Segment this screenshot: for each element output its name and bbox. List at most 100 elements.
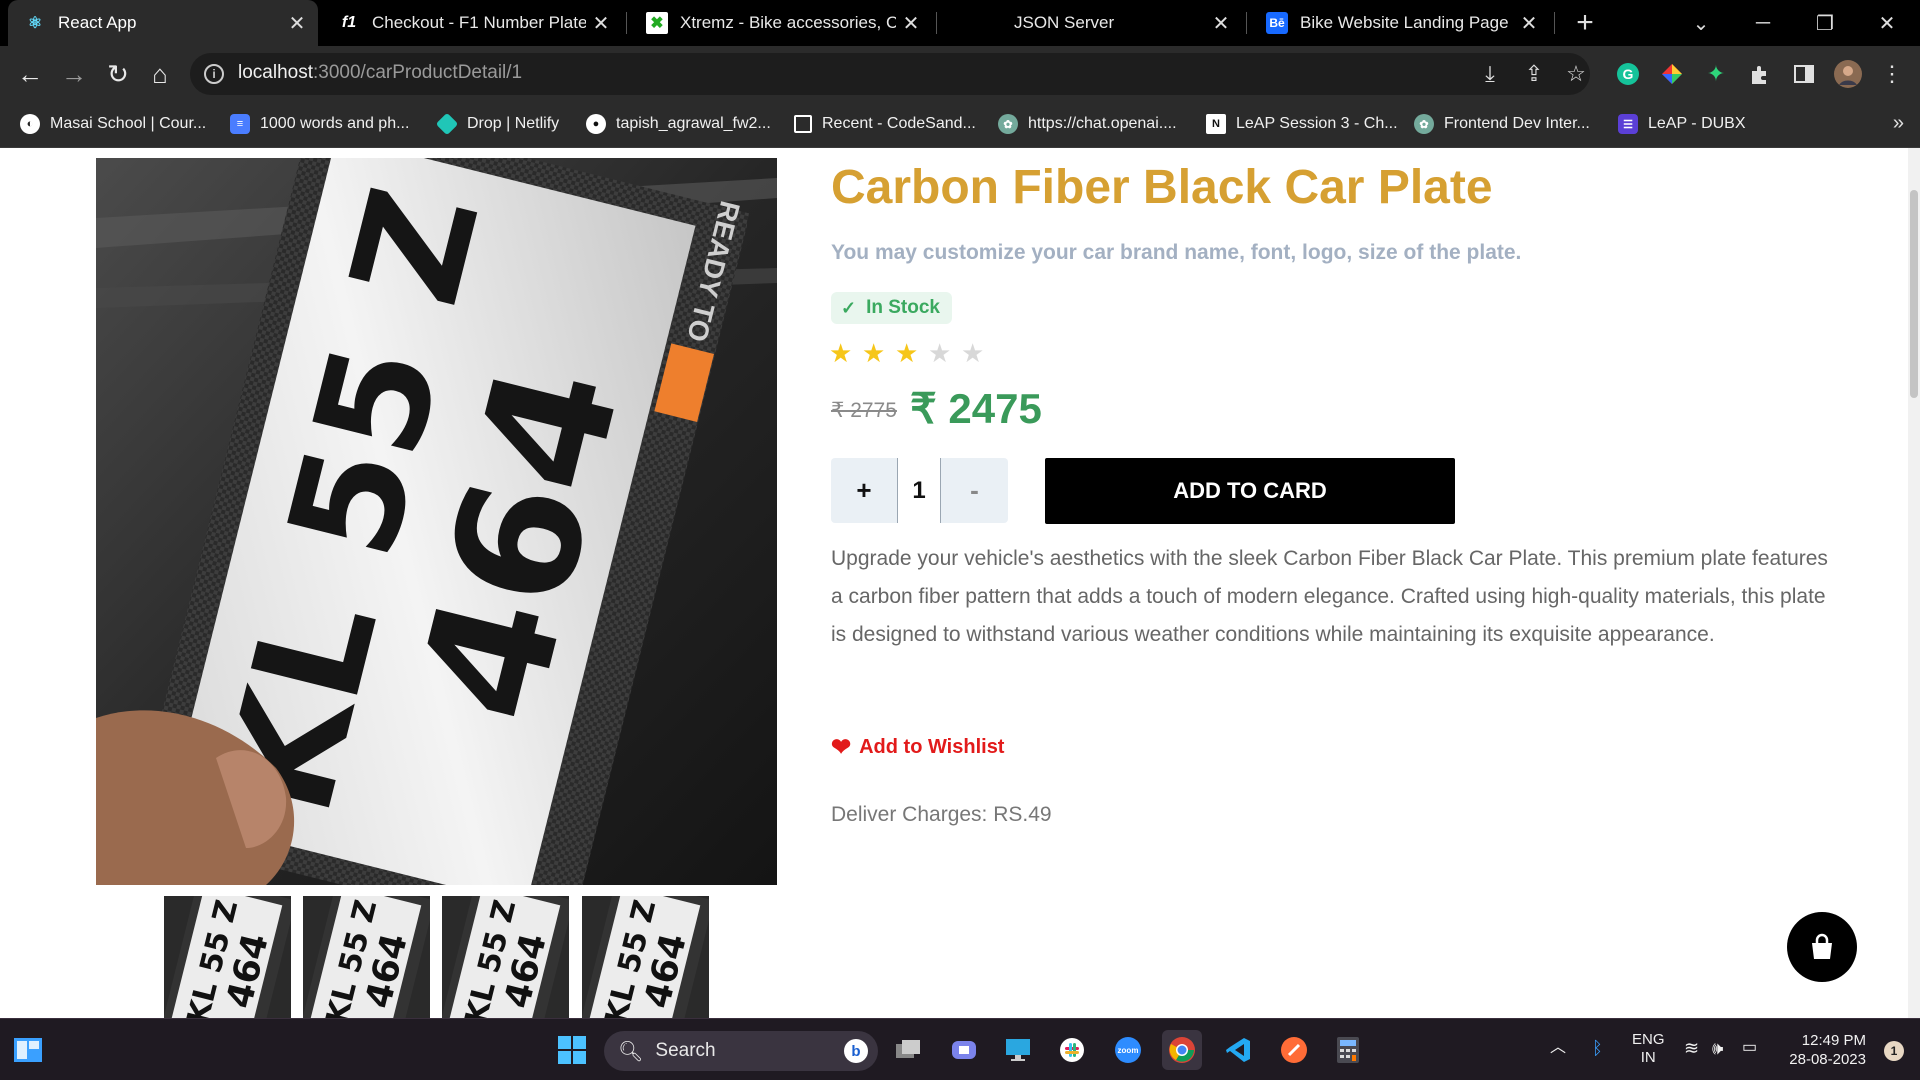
widgets-icon[interactable] <box>8 1030 48 1070</box>
install-app-icon[interactable]: ⤓ <box>1476 60 1504 88</box>
bookmark-leap-session[interactable]: N LeAP Session 3 - Ch... <box>1206 102 1398 146</box>
close-tab-icon[interactable]: ✕ <box>896 11 926 36</box>
language-indicator[interactable]: ENG IN <box>1632 1031 1665 1067</box>
scrollbar-thumb[interactable] <box>1910 190 1918 398</box>
task-view-icon[interactable] <box>888 1030 928 1070</box>
bookmark-leap-dubx[interactable]: ☰ LeAP - DUBX <box>1618 102 1746 146</box>
clock-date: 28-08-2023 <box>1789 1051 1866 1068</box>
bookmark-masai[interactable]: ◐ Masai School | Cour... <box>20 102 206 146</box>
extension-leaf-icon[interactable]: ✦ <box>1702 60 1730 88</box>
bookmark-star-icon[interactable]: ☆ <box>1562 60 1590 88</box>
search-icon: 🔍︎ <box>618 1040 644 1063</box>
side-panel-icon[interactable] <box>1790 60 1818 88</box>
add-to-wishlist-link[interactable]: ❤ Add to Wishlist <box>831 733 1004 762</box>
address-bar[interactable]: i localhost:3000/carProductDetail/1 ⤓ ⇪ … <box>190 53 1590 95</box>
chatgpt-icon: ✿ <box>998 114 1018 134</box>
bookmark-chatgpt[interactable]: ✿ https://chat.openai.... <box>998 102 1177 146</box>
github-icon: ● <box>586 114 606 134</box>
tab-checkout[interactable]: f1 Checkout - F1 Number Plates ✕ <box>322 0 622 46</box>
volume-icon[interactable]: 🕪︎ <box>1712 1039 1723 1057</box>
svg-text:G: G <box>1623 66 1634 82</box>
delivery-charges: Deliver Charges: RS.49 <box>831 803 1052 826</box>
close-tab-icon[interactable]: ✕ <box>282 11 312 36</box>
bookmark-label: Drop | Netlify <box>467 115 560 132</box>
bing-icon: b <box>844 1039 868 1063</box>
tray-overflow-chevron-icon[interactable]: ︿ <box>1550 1039 1566 1057</box>
system-clock[interactable]: 12:49 PM 28-08-2023 <box>1789 1031 1866 1069</box>
url-text: localhost:3000/carProductDetail/1 <box>238 62 523 83</box>
windows-taskbar: 🔍︎ Search b zoom ︿ ᛒ ENG IN ≋ 🕪︎ ▭ 12:49… <box>0 1018 1920 1080</box>
clock-time: 12:49 PM <box>1801 1032 1866 1049</box>
wifi-icon[interactable]: ≋ <box>1684 1039 1699 1057</box>
new-tab-button[interactable]: + <box>1560 0 1610 46</box>
netlify-icon <box>435 112 459 136</box>
desktop-icon[interactable] <box>998 1030 1038 1070</box>
bookmark-codesandbox[interactable]: Recent - CodeSand... <box>794 102 976 146</box>
tab-behance[interactable]: Bē Bike Website Landing Page Ui I ✕ <box>1250 0 1550 46</box>
color-picker-extension-icon[interactable] <box>1658 60 1686 88</box>
cart-bag-button[interactable] <box>1787 912 1857 982</box>
bookmarks-overflow-icon[interactable]: » <box>1893 112 1904 135</box>
blank-page-icon <box>956 12 978 34</box>
slack-icon[interactable] <box>1052 1030 1092 1070</box>
stock-badge: ✓ In Stock <box>831 292 952 324</box>
tab-title: Checkout - F1 Number Plates <box>372 13 586 32</box>
product-detail-page: READY TO KL 55 Z 464 KL 55 Z 464 KL 55 Z4… <box>0 148 1920 1018</box>
bookmarks-bar: ◐ Masai School | Cour... ≡ 1000 words an… <box>0 102 1920 148</box>
browser-menu-icon[interactable]: ⋮ <box>1878 60 1906 88</box>
minimize-icon[interactable]: ─ <box>1738 0 1788 46</box>
page-scrollbar[interactable] <box>1908 148 1920 1018</box>
thumbnail-3[interactable]: KL 55 Z 464 <box>442 896 569 1018</box>
site-info-icon[interactable]: i <box>204 64 224 84</box>
react-icon: ⚛ <box>27 15 43 32</box>
windows-start-icon[interactable] <box>552 1030 592 1070</box>
share-icon[interactable]: ⇪ <box>1520 60 1548 88</box>
postman-icon[interactable] <box>1274 1030 1314 1070</box>
profile-avatar[interactable] <box>1834 60 1862 88</box>
chatgpt-icon: ✿ <box>1414 114 1434 134</box>
close-tab-icon[interactable]: ✕ <box>586 11 616 36</box>
extensions-puzzle-icon[interactable] <box>1746 60 1774 88</box>
tab-search-chevron-icon[interactable]: ⌄ <box>1676 0 1726 46</box>
bluetooth-icon[interactable]: ᛒ <box>1592 1039 1603 1057</box>
taskbar-search[interactable]: 🔍︎ Search b <box>604 1031 878 1071</box>
reload-icon[interactable]: ↻ <box>98 54 138 94</box>
chrome-icon[interactable] <box>1162 1030 1202 1070</box>
calculator-icon[interactable] <box>1328 1030 1368 1070</box>
search-label: Search <box>655 1040 716 1061</box>
home-icon[interactable]: ⌂ <box>140 54 180 94</box>
bookmark-label: Frontend Dev Inter... <box>1444 115 1590 132</box>
zoom-icon[interactable]: zoom <box>1108 1030 1148 1070</box>
add-to-cart-button[interactable]: ADD TO CARD <box>1045 458 1455 524</box>
thumbnail-4[interactable]: KL 55 Z 464 <box>582 896 709 1018</box>
bookmark-netlify[interactable]: Drop | Netlify <box>435 102 560 146</box>
vscode-icon[interactable] <box>1218 1030 1258 1070</box>
teams-chat-icon[interactable] <box>944 1030 984 1070</box>
tab-json-server[interactable]: JSON Server ✕ <box>940 0 1242 46</box>
list-icon: ☰ <box>1618 114 1638 134</box>
thumbnail-1[interactable]: KL 55 Z 464 <box>164 896 291 1018</box>
tab-react-app[interactable]: ⚛ React App ✕ <box>8 0 318 46</box>
close-tab-icon[interactable]: ✕ <box>1206 11 1236 36</box>
battery-icon[interactable]: ▭ <box>1742 1039 1757 1057</box>
close-window-icon[interactable]: ✕ <box>1862 0 1912 46</box>
tab-xtremz[interactable]: ✖ Xtremz - Bike accessories, Car a ✕ <box>630 0 932 46</box>
thumbnail-2[interactable]: KL 55 Z 464 <box>303 896 430 1018</box>
notification-badge[interactable]: 1 <box>1884 1041 1904 1061</box>
restore-icon[interactable]: ❐ <box>1800 0 1850 46</box>
close-tab-icon[interactable]: ✕ <box>1514 11 1544 36</box>
sale-price: ₹ 2475 <box>910 385 1042 432</box>
product-main-image[interactable]: READY TO KL 55 Z 464 <box>96 158 777 885</box>
back-arrow-icon[interactable]: ← <box>10 54 50 94</box>
bookmark-github[interactable]: ● tapish_agrawal_fw2... <box>586 102 771 146</box>
grammarly-icon[interactable]: G <box>1614 60 1642 88</box>
quantity-plus-button[interactable]: + <box>831 458 897 523</box>
forward-arrow-icon[interactable]: → <box>54 54 94 94</box>
original-price: ₹ 2775 <box>831 399 897 422</box>
product-title: Carbon Fiber Black Car Plate <box>831 161 1493 214</box>
bookmark-1000-words[interactable]: ≡ 1000 words and ph... <box>230 102 409 146</box>
quantity-stepper: + 1 - <box>831 458 1008 523</box>
tab-separator <box>626 12 627 34</box>
bookmark-frontend-dev[interactable]: ✿ Frontend Dev Inter... <box>1414 102 1590 146</box>
quantity-minus-button[interactable]: - <box>941 458 1008 523</box>
